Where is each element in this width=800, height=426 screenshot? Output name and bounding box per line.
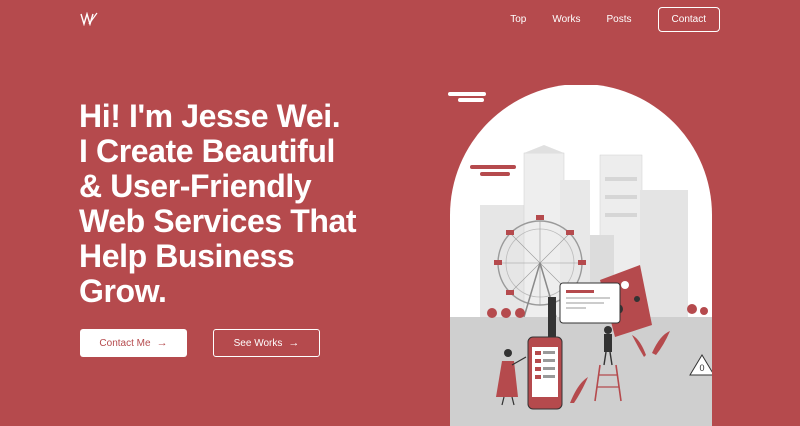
hero-title: Hi! I'm Jesse Wei. I Create Beautiful & … xyxy=(79,99,409,309)
ground xyxy=(450,317,712,426)
phone-illustration xyxy=(527,336,563,410)
hero-title-line: Hi! I'm Jesse Wei. xyxy=(79,98,341,134)
arrow-right-icon: → xyxy=(288,337,300,349)
arrow-right-icon: → xyxy=(156,337,168,349)
hero-illustration: 0 xyxy=(448,85,712,426)
hero-title-line: Web Services That xyxy=(79,203,357,239)
cloud-icon xyxy=(448,92,486,102)
main-nav: Top Works Posts Contact xyxy=(484,7,720,32)
contact-button[interactable]: Contact xyxy=(657,7,720,32)
see-works-button[interactable]: See Works → xyxy=(213,329,320,357)
hero-title-line: Help Business xyxy=(79,238,295,274)
hero-title-line: I Create Beautiful xyxy=(79,133,335,169)
nav-item-works[interactable]: Works xyxy=(552,14,580,25)
contact-me-button[interactable]: Contact Me → xyxy=(80,329,187,357)
calendar-mark: 0 xyxy=(699,363,704,373)
contact-me-label: Contact Me xyxy=(99,337,151,349)
hero-title-line: & User-Friendly xyxy=(79,168,312,204)
cloud-icon xyxy=(480,172,510,176)
nav-item-top[interactable]: Top xyxy=(510,14,526,25)
nav-item-posts[interactable]: Posts xyxy=(607,14,632,25)
logo-icon[interactable] xyxy=(80,12,98,26)
see-works-label: See Works xyxy=(233,337,283,349)
cloud-icon xyxy=(470,165,516,169)
hero-title-line: Grow. xyxy=(79,273,167,309)
